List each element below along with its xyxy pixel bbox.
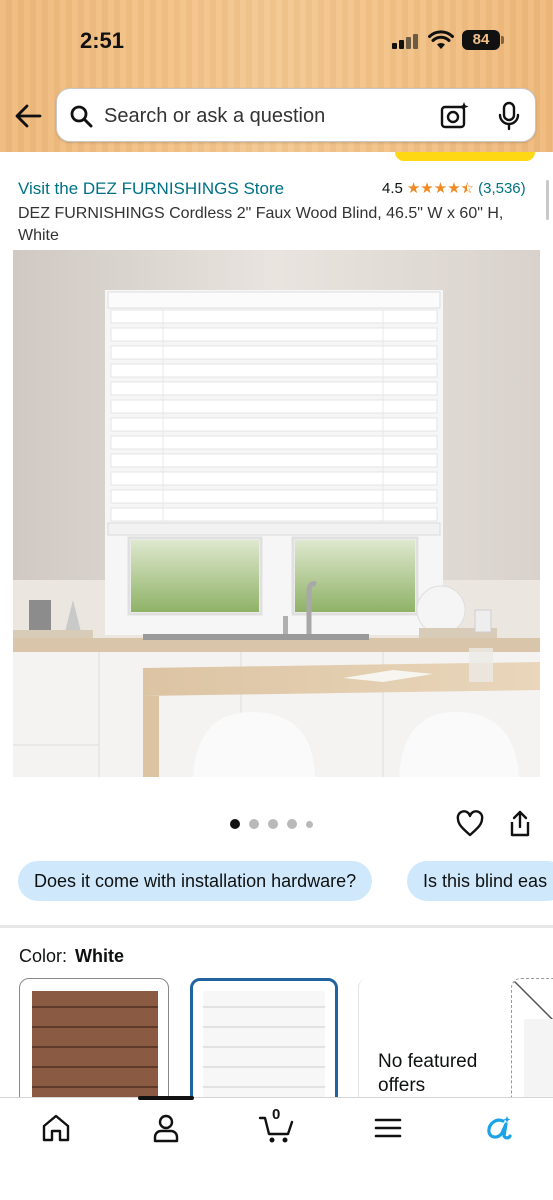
image-pagination[interactable] [230, 819, 313, 829]
menu-icon[interactable] [372, 1112, 404, 1144]
question-chip[interactable]: Does it come with installation hardware? [18, 861, 373, 901]
unavailable-swatch-image [512, 979, 553, 1107]
color-swatch-white[interactable] [190, 978, 338, 1108]
product-rating[interactable]: 4.5 ★★★★☆★ (3,536) [382, 179, 526, 198]
store-link[interactable]: Visit the DEZ FURNISHINGS Store [18, 179, 284, 199]
bottom-navigation: 0 [0, 1096, 553, 1200]
scroll-indicator [546, 180, 549, 220]
pagination-dot[interactable] [268, 819, 278, 829]
color-swatch-next[interactable] [511, 978, 553, 1108]
heart-icon[interactable] [456, 810, 484, 838]
pagination-dot[interactable] [230, 819, 240, 829]
question-chip[interactable]: Is this blind eas [407, 861, 553, 901]
pagination-dot[interactable] [287, 819, 297, 829]
color-swatch-walnut[interactable] [19, 978, 169, 1108]
cellular-signal-icon [392, 33, 420, 49]
wifi-icon [428, 30, 454, 49]
search-input[interactable]: Search or ask a question [104, 105, 325, 128]
account-icon[interactable] [150, 1112, 182, 1144]
selected-color: White [75, 946, 125, 966]
pagination-dot[interactable] [249, 819, 259, 829]
status-time: 2:51 [80, 28, 125, 53]
product-title: DEZ FURNISHINGS Cordless 2" Faux Wood Bl… [18, 205, 504, 244]
product-image[interactable] [13, 250, 540, 777]
share-icon[interactable] [508, 810, 532, 838]
microphone-icon[interactable] [497, 101, 521, 131]
search-bar[interactable]: Search or ask a question [56, 88, 536, 142]
star-rating-icon: ★★★★☆★ [406, 180, 475, 197]
search-icon [70, 105, 93, 128]
white-swatch-image [203, 991, 325, 1105]
app-header: 2:51 84 Search or ask a question [0, 0, 553, 152]
battery-icon: 84 [462, 30, 504, 50]
cart-icon[interactable] [258, 1112, 296, 1144]
back-arrow-icon[interactable] [14, 103, 42, 129]
camera-search-icon[interactable] [440, 101, 470, 131]
buy-button-peek[interactable] [395, 152, 535, 161]
active-tab-indicator [138, 1096, 194, 1100]
pagination-dot[interactable] [306, 820, 313, 828]
rating-value: 4.5 [382, 179, 403, 197]
walnut-swatch-image [32, 991, 158, 1107]
rufus-assistant-icon[interactable] [482, 1112, 514, 1144]
home-icon[interactable] [40, 1112, 72, 1144]
section-divider [0, 925, 553, 928]
review-count[interactable]: (3,536) [478, 180, 526, 197]
no-featured-offers-text: No featured offers [378, 1051, 478, 1096]
color-label: Color: White [19, 946, 125, 966]
